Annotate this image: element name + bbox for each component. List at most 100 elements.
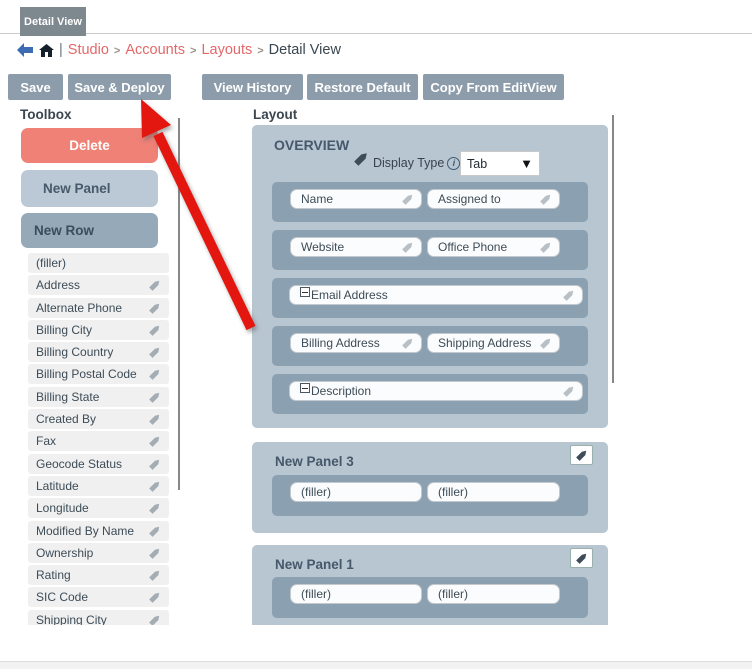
layout-field-filler[interactable]: (filler): [427, 584, 560, 604]
layout-field-name[interactable]: Name: [290, 189, 422, 209]
breadcrumb-link-layouts[interactable]: Layouts: [201, 42, 252, 58]
toolbox-field-rating[interactable]: Rating: [28, 565, 169, 586]
layout-row: Billing Address Shipping Address: [272, 326, 588, 366]
toolbox-field-shipping-city[interactable]: Shipping City: [28, 609, 169, 625]
info-icon[interactable]: i: [447, 156, 461, 170]
layout-editor-panel: Layout OVERVIEW Display Type i : Tab ▼ N…: [240, 105, 614, 625]
collapse-minus-icon[interactable]: [300, 383, 310, 393]
pencil-icon[interactable]: [147, 411, 164, 428]
display-type-label: Display Type i :: [373, 156, 467, 170]
pencil-icon[interactable]: [147, 455, 164, 472]
save-button[interactable]: Save: [8, 74, 63, 100]
save-deploy-button[interactable]: Save & Deploy: [68, 74, 171, 100]
toolbox-field-latitude[interactable]: Latitude: [28, 475, 169, 496]
toolbox-title: Toolbox: [20, 107, 72, 122]
breadcrumb: | Studio > Accounts > Layouts > Detail V…: [17, 40, 341, 60]
toolbox-field-billing-country[interactable]: Billing Country: [28, 342, 169, 363]
toolbox-scrollbar[interactable]: [178, 118, 180, 490]
restore-default-button[interactable]: Restore Default: [307, 74, 418, 100]
new-panel-button[interactable]: New Panel: [21, 170, 158, 207]
layout-panel-new-panel-3: New Panel 3 (filler) (filler): [252, 442, 608, 533]
edit-panel-button[interactable]: [570, 445, 593, 465]
toolbox-field-billing-city[interactable]: Billing City: [28, 319, 169, 340]
toolbox-field-created-by[interactable]: Created By: [28, 409, 169, 430]
breadcrumb-link-accounts[interactable]: Accounts: [125, 42, 185, 58]
layout-field-website[interactable]: Website: [290, 237, 422, 257]
edit-panel-button[interactable]: [570, 548, 593, 568]
pencil-icon[interactable]: [538, 191, 555, 208]
tab-detail-view[interactable]: Detail View: [20, 7, 86, 36]
collapse-minus-icon[interactable]: [300, 287, 310, 297]
pencil-icon[interactable]: [147, 366, 164, 383]
copy-from-editview-button[interactable]: Copy From EditView: [423, 74, 564, 100]
edit-panel-name-pencil-icon[interactable]: [351, 148, 372, 169]
pencil-icon[interactable]: [147, 344, 164, 361]
toolbox-field-geocode-status[interactable]: Geocode Status: [28, 453, 169, 474]
display-type-dropdown[interactable]: Tab ▼: [460, 151, 540, 176]
layout-field-filler[interactable]: (filler): [290, 482, 422, 502]
pencil-icon[interactable]: [400, 239, 417, 256]
layout-row: Name Assigned to: [272, 182, 588, 222]
toolbox-field-modified-by-name[interactable]: Modified By Name: [28, 520, 169, 541]
toolbox-field-fax[interactable]: Fax: [28, 431, 169, 452]
layout-field-email-address[interactable]: Email Address: [289, 285, 583, 305]
pencil-icon[interactable]: [147, 611, 164, 625]
layout-field-office-phone[interactable]: Office Phone: [427, 237, 560, 257]
breadcrumb-separator: >: [257, 45, 264, 57]
chevron-down-icon: ▼: [520, 156, 533, 171]
layout-field-shipping-address[interactable]: Shipping Address: [427, 333, 560, 353]
toolbox-field-billing-state[interactable]: Billing State: [28, 386, 169, 407]
layout-field-assigned-to[interactable]: Assigned to: [427, 189, 560, 209]
layout-row: (filler) (filler): [272, 475, 588, 516]
layout-field-filler[interactable]: (filler): [427, 482, 560, 502]
delete-dropzone-button[interactable]: Delete: [21, 128, 158, 163]
pencil-icon[interactable]: [538, 335, 555, 352]
pencil-icon[interactable]: [538, 239, 555, 256]
layout-field-filler[interactable]: (filler): [290, 584, 422, 604]
back-arrow-icon[interactable]: [17, 43, 34, 57]
pencil-icon[interactable]: [561, 383, 578, 400]
toolbox-field-longitude[interactable]: Longitude: [28, 498, 169, 519]
panel-name: New Panel 3: [275, 454, 354, 469]
layout-field-description[interactable]: Description: [289, 381, 583, 401]
page-footer-strip: [0, 661, 752, 669]
toolbox-field-ownership[interactable]: Ownership: [28, 542, 169, 563]
pencil-icon[interactable]: [400, 335, 417, 352]
display-type-value: Tab: [467, 156, 488, 171]
pencil-icon[interactable]: [147, 433, 164, 450]
pencil-icon[interactable]: [147, 567, 164, 584]
toolbox-field-billing-postal-code[interactable]: Billing Postal Code: [28, 364, 169, 385]
home-icon[interactable]: [39, 43, 54, 57]
pencil-icon[interactable]: [147, 321, 164, 338]
pencil-icon[interactable]: [147, 277, 164, 294]
layout-row: Description: [272, 374, 588, 414]
tab-label: Detail View: [24, 15, 82, 28]
toolbox-field-alternate-phone[interactable]: Alternate Phone: [28, 297, 169, 318]
pencil-icon: [573, 550, 590, 567]
pencil-icon: [573, 447, 590, 464]
pencil-icon[interactable]: [400, 191, 417, 208]
pencil-icon[interactable]: [147, 544, 164, 561]
layout-row: (filler) (filler): [272, 577, 588, 618]
breadcrumb-separator: >: [190, 45, 197, 57]
toolbox-field-sic-code[interactable]: SIC Code: [28, 587, 169, 608]
new-row-button[interactable]: New Row: [21, 213, 158, 248]
panel-name: New Panel 1: [275, 557, 354, 572]
pencil-icon[interactable]: [147, 299, 164, 316]
pencil-icon[interactable]: [561, 287, 578, 304]
layout-field-billing-address[interactable]: Billing Address: [290, 333, 422, 353]
layout-panel-new-panel-1: New Panel 1 (filler) (filler): [252, 545, 608, 625]
pencil-icon[interactable]: [147, 500, 164, 517]
toolbox-field-address[interactable]: Address: [28, 275, 169, 296]
toolbox-field-filler[interactable]: (filler): [28, 253, 169, 273]
pencil-icon[interactable]: [147, 522, 164, 539]
view-history-button[interactable]: View History: [202, 74, 303, 100]
layout-row: Email Address: [272, 278, 588, 318]
breadcrumb-separator: >: [113, 45, 121, 57]
pencil-icon[interactable]: [147, 589, 164, 606]
pencil-icon[interactable]: [147, 388, 164, 405]
pencil-icon[interactable]: [147, 477, 164, 494]
layout-scrollbar[interactable]: [612, 115, 614, 383]
toolbox-field-list: (filler) Address Alternate Phone Billing…: [28, 253, 169, 625]
breadcrumb-link-studio[interactable]: Studio: [68, 42, 109, 58]
